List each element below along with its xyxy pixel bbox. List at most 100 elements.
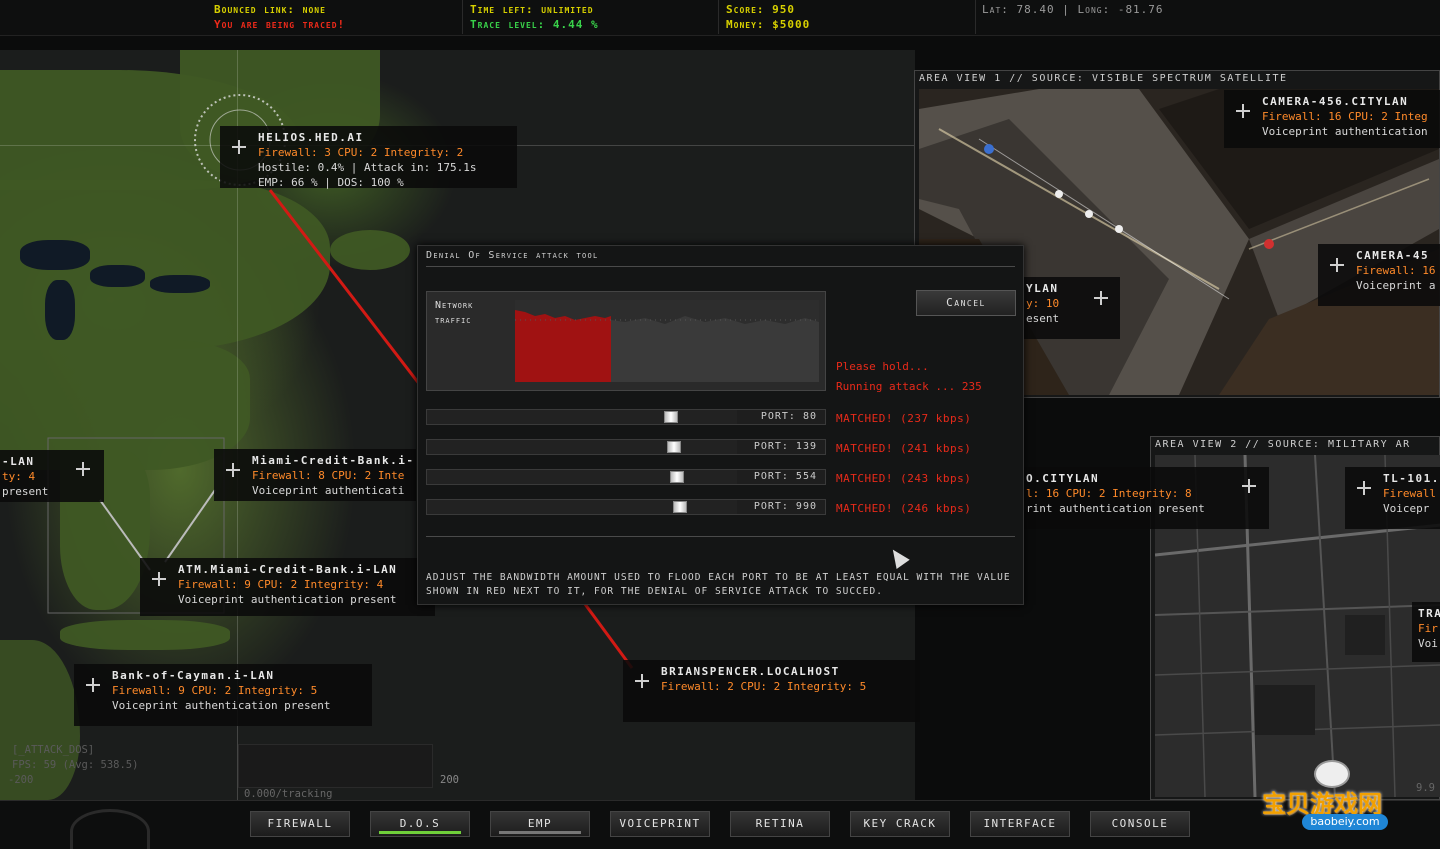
node-helios[interactable]: HELIOS.HED.AI Firewall: 3 CPU: 2 Integri…	[220, 126, 517, 189]
node-stats: Fir	[1418, 622, 1438, 635]
help-text: Adjust the bandwidth amount used to floo…	[426, 572, 1011, 597]
cancel-button[interactable]: Cancel	[916, 290, 1016, 316]
button-label: INTERFACE	[983, 817, 1057, 830]
port-label: PORT: 990	[753, 501, 817, 512]
slider-knob[interactable]	[673, 501, 687, 513]
slider-knob[interactable]	[667, 441, 681, 453]
long-text: Long: -81.76	[1077, 3, 1164, 16]
node-camera-456[interactable]: CAMERA-456.CITYLAN Firewall: 16 CPU: 2 I…	[1224, 90, 1440, 148]
hud-score-column: Score: 950 Money: $5000	[726, 2, 810, 32]
node-o-citylan[interactable]: O.CITYLAN l: 16 CPU: 2 Integrity: 8 rint…	[1024, 467, 1269, 529]
dos-dialog: Denial Of Service attack tool Network tr…	[417, 245, 1024, 605]
node-name: TRA	[1418, 607, 1440, 620]
node-miami-bank[interactable]: Miami-Credit-Bank.i- Firewall: 8 CPU: 2 …	[214, 449, 416, 501]
port-match: MATCHED! (237 kbps)	[836, 412, 972, 425]
target-icon	[72, 458, 94, 480]
port-slider[interactable]: PORT: 990	[426, 499, 826, 515]
graph-label: Network traffic	[435, 298, 473, 328]
slider-knob[interactable]	[664, 411, 678, 423]
node-stats: Firewall	[1383, 487, 1436, 500]
status-hold: Please hold...	[836, 360, 929, 373]
trace-level-text: Trace level: 4.44 %	[470, 18, 599, 31]
node-auth: rint authentication present	[1026, 502, 1205, 515]
button-label: D.O.S	[399, 817, 441, 830]
node-brianspencer[interactable]: BRIANSPENCER.LOCALHOST Firewall: 2 CPU: …	[623, 660, 920, 722]
node-atm-miami[interactable]: ATM.Miami-Credit-Bank.i-LAN Firewall: 9 …	[140, 558, 435, 616]
graph-label-line-1: Network	[435, 300, 474, 311]
debug-graph	[238, 744, 433, 788]
divider	[426, 536, 1015, 537]
area-view-2-title: Area View 2 // Source: military ar	[1155, 439, 1411, 450]
watermark-logo: 宝贝游戏网 baobeiy.com	[1262, 760, 1432, 845]
node-stats: Firewall: 8 CPU: 2 Inte	[252, 469, 405, 482]
node-auth: Voiceprint a	[1356, 279, 1436, 292]
money-text: Money: $5000	[726, 18, 811, 31]
slider-track[interactable]	[427, 500, 737, 514]
port-slider[interactable]: PORT: 80	[426, 409, 826, 425]
button-label: RETINA	[755, 817, 805, 830]
port-match: MATCHED! (246 kbps)	[836, 502, 972, 515]
dos-title: Denial Of Service attack tool	[426, 250, 599, 261]
slider-track[interactable]	[427, 410, 737, 424]
port-slider[interactable]: PORT: 139	[426, 439, 826, 455]
node-camera-45[interactable]: CAMERA-45 Firewall: 16 Voiceprint a	[1318, 244, 1440, 306]
toolbar-key-crack-button[interactable]: KEY CRACK	[850, 811, 950, 837]
node-hostile: Hostile: 0.4% | Attack in: 175.1s	[258, 161, 477, 174]
bounced-link-text: Bounced link: none	[214, 3, 326, 16]
toolbar-dos-button[interactable]: D.O.S	[370, 811, 470, 837]
hud-bar: Bounced link: none You are being traced!…	[0, 0, 1440, 36]
node-name: HELIOS.HED.AI	[258, 131, 364, 144]
node-ylan[interactable]: YLAN y: 10 esent	[1024, 277, 1120, 339]
toolbar-interface-button[interactable]: INTERFACE	[970, 811, 1070, 837]
button-label: EMP	[527, 817, 553, 830]
node-name: Miami-Credit-Bank.i-	[252, 454, 415, 467]
port-label: PORT: 554	[753, 471, 817, 482]
port-slider[interactable]: PORT: 554	[426, 469, 826, 485]
hud-divider	[975, 0, 976, 34]
node-tra[interactable]: TRA Fir Voi	[1412, 602, 1440, 662]
toolbar-console-button[interactable]: CONSOLE	[1090, 811, 1190, 837]
debug-tracking: 0.000/tracking	[244, 788, 333, 800]
node-name: CAMERA-456.CITYLAN	[1262, 95, 1409, 108]
debug-max: 200	[440, 774, 459, 786]
toolbar-retina-button[interactable]: RETINA	[730, 811, 830, 837]
node-stats: Firewall: 16 CPU: 2 Integ	[1262, 110, 1428, 123]
target-icon	[148, 568, 170, 590]
node-auth: Voiceprint authentication	[1262, 125, 1428, 138]
node-name: CAMERA-45	[1356, 249, 1430, 262]
slider-knob[interactable]	[670, 471, 684, 483]
active-indicator	[379, 831, 461, 834]
target-icon	[222, 459, 244, 481]
node-auth: Voi	[1418, 637, 1438, 650]
node-stats: Firewall: 9 CPU: 2 Integrity: 5	[112, 684, 318, 697]
debug-fps: FPS: 59 (Avg: 538.5)	[12, 759, 139, 771]
slider-track[interactable]	[427, 470, 737, 484]
toolbar-voiceprint-button[interactable]: VOICEPRINT	[610, 811, 710, 837]
toolbar-emp-button[interactable]: EMP	[490, 811, 590, 837]
status-running: Running attack ... 235	[836, 380, 982, 393]
node-name: TL-101.	[1383, 472, 1440, 485]
traffic-chart	[515, 300, 819, 382]
node-tl-101[interactable]: TL-101. Firewall Voicepr	[1345, 467, 1440, 529]
divider	[426, 266, 1015, 267]
port-match: MATCHED! (241 kbps)	[836, 442, 972, 455]
node-cayman-bank[interactable]: Bank-of-Cayman.i-LAN Firewall: 9 CPU: 2 …	[74, 664, 372, 726]
node-stats: Firewall: 2 CPU: 2 Integrity: 5	[661, 680, 867, 693]
slider-track[interactable]	[427, 440, 737, 454]
hud-link-column: Bounced link: none You are being traced!	[214, 2, 345, 32]
logo-icon	[70, 809, 150, 849]
node-ilan-left[interactable]: -LAN ty: 4 present	[0, 450, 104, 502]
port-label: PORT: 80	[760, 411, 817, 422]
traced-warning: You are being traced!	[214, 18, 346, 31]
toolbar-firewall-button[interactable]: FIREWALL	[250, 811, 350, 837]
bottom-toolbar: FIREWALL D.O.S EMP VOICEPRINT RETINA KEY…	[0, 800, 1440, 849]
target-icon	[1326, 254, 1348, 276]
port-match: MATCHED! (243 kbps)	[836, 472, 972, 485]
node-auth: Voiceprint authentication present	[178, 593, 397, 606]
port-label: PORT: 139	[753, 441, 817, 452]
hud-trace-column: Time left: unlimited Trace level: 4.44 %	[470, 2, 599, 32]
graph-label-line-2: traffic	[435, 315, 472, 326]
button-label: VOICEPRINT	[619, 817, 701, 830]
button-label: CONSOLE	[1111, 817, 1169, 830]
coords-readout: Lat: 78.40 | Long: -81.76	[982, 3, 1164, 16]
